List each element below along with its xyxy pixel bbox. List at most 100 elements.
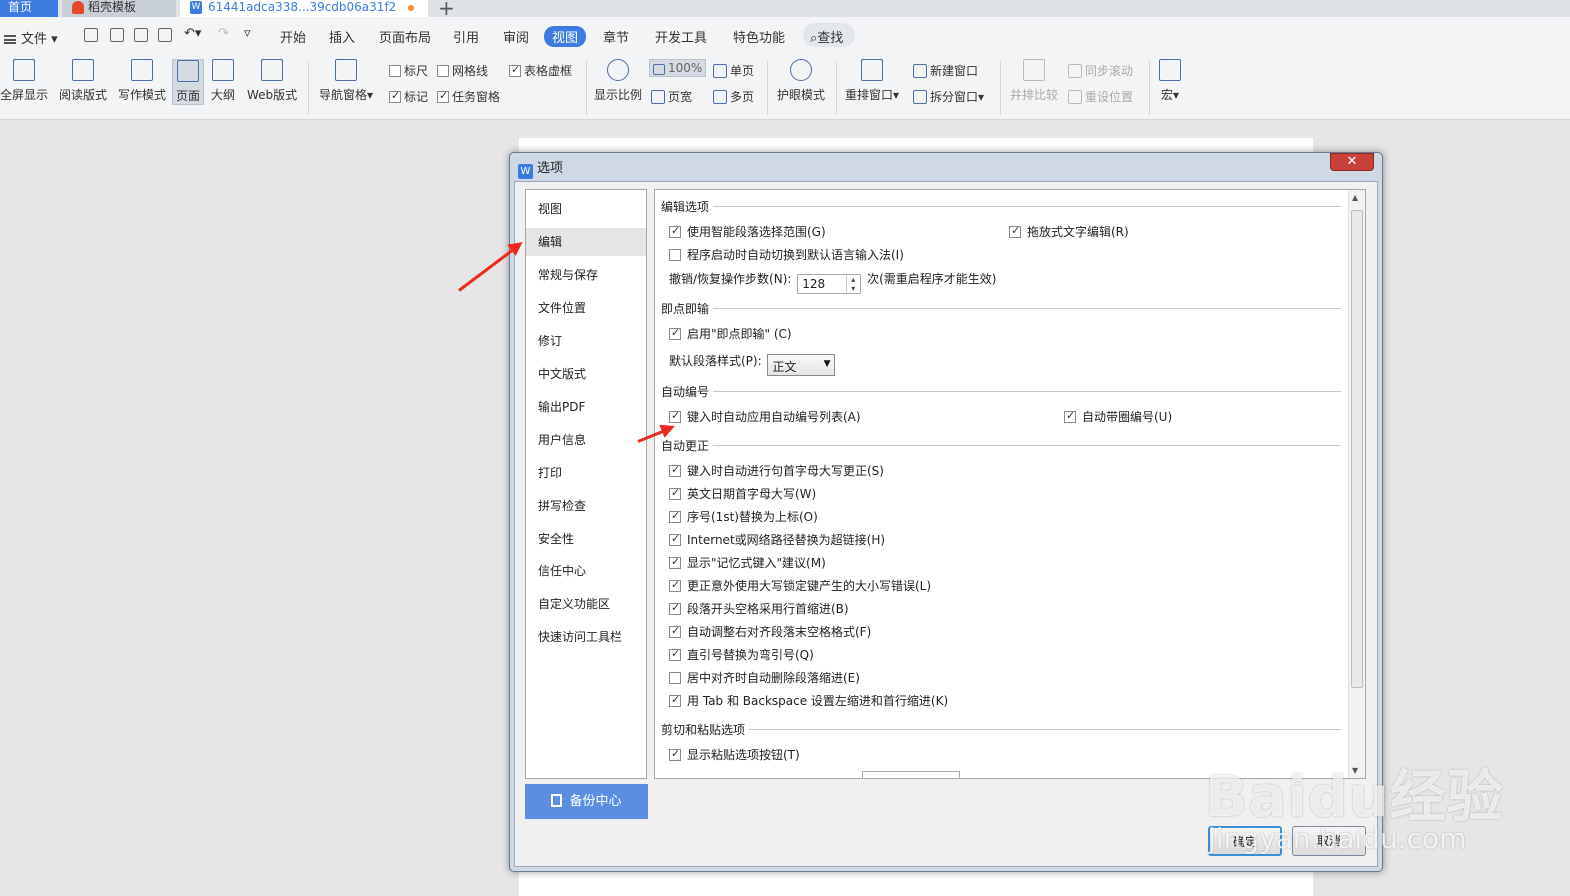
nav-item-edit[interactable]: 编辑 [526,228,646,256]
page-width-button[interactable]: 页宽 [651,88,692,105]
arrange-windows-button[interactable]: 重排窗口▾ [845,59,899,103]
save-icon[interactable] [84,28,98,42]
nav-item-customize-ribbon[interactable]: 自定义功能区 [526,590,646,618]
ribbon-divider [1000,61,1001,115]
single-page-button[interactable]: 单页 [713,62,754,79]
scroll-thumb[interactable] [1351,210,1363,688]
menu-home[interactable]: 开始 [280,27,306,46]
ac-option-checkbox[interactable]: 序号(1st)替换为上标(O) [669,508,818,525]
reading-layout-button[interactable]: 阅读版式 [59,59,107,103]
backup-center-button[interactable]: 备份中心 [525,784,648,819]
multi-page-button[interactable]: 多页 [713,88,754,105]
marks-checkbox[interactable]: 标记 [389,88,428,105]
table-gridlines-checkbox[interactable]: 表格虚框 [509,62,572,79]
web-layout-button[interactable]: Web版式 [247,59,297,103]
ac-option-checkbox[interactable]: 英文日期首字母大写(W) [669,485,816,502]
nav-item-general-save[interactable]: 常规与保存 [526,261,646,289]
nav-item-quick-access[interactable]: 快速访问工具栏 [526,623,646,651]
ac-option-checkbox[interactable]: 自动调整右对齐段落末空格格式(F) [669,623,871,640]
options-nav: 视图 编辑 常规与保存 文件位置 修订 中文版式 输出PDF 用户信息 打印 拼… [525,189,647,779]
ac-option-checkbox[interactable]: Internet或网络路径替换为超链接(H) [669,531,885,548]
print-icon[interactable] [134,28,148,42]
menu-insert[interactable]: 插入 [329,27,355,46]
new-window-icon [913,64,927,78]
globe-icon [261,59,284,81]
menu-chapter[interactable]: 章节 [603,27,629,46]
nav-item-print[interactable]: 打印 [526,459,646,487]
menu-developer[interactable]: 开发工具 [655,27,707,46]
ac-option-checkbox[interactable]: 段落开头空格采用行首缩进(B) [669,600,849,617]
macro-button[interactable]: 宏▾ [1159,59,1181,103]
split-window-button[interactable]: 拆分窗口▾ [913,88,984,105]
compare-side-by-side-button[interactable]: 并排比较 [1010,59,1058,103]
tab-document[interactable]: W 61441adca338...39cdb06a31f2 [180,0,428,17]
nav-item-file-location[interactable]: 文件位置 [526,294,646,322]
enable-click-type-checkbox[interactable]: 启用"即点即输" (C) [669,325,792,342]
menu-view[interactable]: 视图 [544,26,587,47]
ribbon-divider [586,61,587,115]
writing-mode-button[interactable]: 写作模式 [118,59,166,103]
gridlines-checkbox[interactable]: 网格线 [437,62,488,79]
nav-item-spell-check[interactable]: 拼写检查 [526,492,646,520]
sync-scroll-button[interactable]: 同步滚动 [1068,62,1133,79]
tab-template[interactable]: 稻壳模板 [62,0,176,17]
checkbox-box [669,672,681,684]
nav-pane-button[interactable]: 导航窗格▾ [319,59,373,103]
checkbox-box [669,509,681,523]
menu-features[interactable]: 特色功能 [733,27,785,46]
multi-page-icon [713,90,727,104]
ac-option-checkbox[interactable]: 直引号替换为弯引号(Q) [669,646,814,663]
docer-icon [72,1,84,14]
menu-review[interactable]: 审阅 [503,27,529,46]
nav-item-user-info[interactable]: 用户信息 [526,426,646,454]
checkbox-box [1064,409,1076,423]
ruler-checkbox[interactable]: 标尺 [389,62,428,79]
auto-list-checkbox[interactable]: 键入时自动应用自动编号列表(A) [669,408,861,425]
show-paste-button-checkbox[interactable]: 显示粘贴选项按钮(T) [669,746,800,763]
zoom100-icon [653,64,665,75]
checkbox-box [669,647,681,661]
nav-item-trust-center[interactable]: 信任中心 [526,557,646,585]
page-layout-button[interactable]: 页面 [172,59,205,105]
zoom-100-button[interactable]: 100% [649,59,707,77]
ac-option-checkbox[interactable]: 更正意外使用大写锁定键产生的大小写错误(L) [669,577,931,594]
reset-position-button[interactable]: 重设位置 [1068,88,1133,105]
tab-home[interactable]: 首页 [0,0,58,17]
scroll-up-icon[interactable]: ▲ [1352,193,1358,202]
task-pane-checkbox[interactable]: 任务窗格 [437,88,500,105]
ac-option-checkbox[interactable]: 居中对齐时自动删除段落缩进(E) [669,669,860,686]
ac-option-checkbox[interactable]: 用 Tab 和 Backspace 设置左缩进和首行缩进(K) [669,692,948,709]
redo-icon[interactable]: ↷ [218,26,229,41]
smart-paragraph-checkbox[interactable]: 使用智能段落选择范围(G) [669,223,826,240]
menu-references[interactable]: 引用 [453,27,479,46]
outline-button[interactable]: 大纲 [211,59,235,103]
auto-ime-checkbox[interactable]: 程序启动时自动切换到默认语言输入法(I) [669,246,904,263]
nav-item-output-pdf[interactable]: 输出PDF [526,393,646,421]
panel-scrollbar[interactable]: ▲ ▼ [1348,190,1365,778]
file-menu-button[interactable]: 文件 ▾ [4,28,58,47]
zoom-button[interactable]: 显示比例 [594,59,642,103]
menu-layout[interactable]: 页面布局 [379,27,431,46]
undo-steps-input[interactable]: 128 [797,274,862,294]
eye-protection-button[interactable]: 护眼模式 [777,59,825,103]
nav-item-chinese-layout[interactable]: 中文版式 [526,360,646,388]
section-editing: 编辑选项 [661,198,714,215]
auto-circle-checkbox[interactable]: 自动带圈编号(U) [1064,408,1172,425]
fullscreen-button[interactable]: 全屏显示 [0,59,48,103]
nav-item-security[interactable]: 安全性 [526,525,646,553]
macro-icon [1159,59,1181,81]
search-button[interactable]: ⌕查找 [803,23,855,47]
undo-icon[interactable]: ↶▾ [184,26,201,41]
checkbox-box [669,486,681,500]
nav-item-view[interactable]: 视图 [526,195,646,223]
nav-item-revision[interactable]: 修订 [526,327,646,355]
ac-option-checkbox[interactable]: 键入时自动进行句首字母大写更正(S) [669,462,884,479]
default-style-select[interactable]: 正文 [767,354,836,376]
new-window-button[interactable]: 新建窗口 [913,62,978,79]
drag-drop-checkbox[interactable]: 拖放式文字编辑(R) [1009,223,1129,240]
customize-icon[interactable]: ▿ [244,26,251,41]
print-preview-icon[interactable] [158,28,172,42]
close-button[interactable]: ✕ [1330,153,1374,171]
export-icon[interactable] [110,28,124,42]
ac-option-checkbox[interactable]: 显示"记忆式键入"建议(M) [669,554,826,571]
